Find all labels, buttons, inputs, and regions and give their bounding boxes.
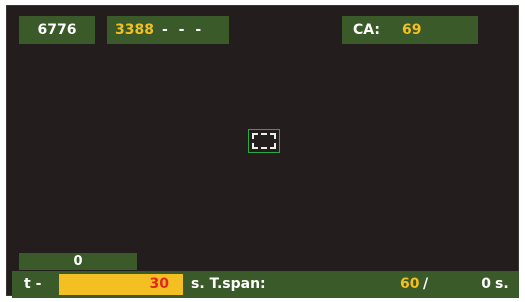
half-counter-dashes: - - - bbox=[161, 22, 205, 38]
span-value: 60 bbox=[400, 276, 420, 292]
end-value: 0 bbox=[481, 276, 491, 292]
game-screen: 6776 3388 - - - CA: 69 0 bbox=[6, 5, 519, 296]
span-separator: / bbox=[423, 276, 429, 292]
t-unit-span-label: s. T.span: bbox=[191, 276, 266, 292]
counter-display: 6776 bbox=[19, 16, 95, 44]
zero-status-box: 0 bbox=[19, 253, 137, 270]
ca-value: 69 bbox=[401, 22, 422, 38]
end-unit: s. bbox=[495, 276, 509, 292]
counter-value: 6776 bbox=[37, 22, 77, 38]
target-reticle-icon[interactable] bbox=[248, 129, 280, 153]
time-control-bar: t - 30 s. T.span: 60 / 0 s. bbox=[12, 271, 519, 298]
t-label: t - bbox=[24, 276, 42, 292]
ca-display: CA: 69 bbox=[342, 16, 478, 44]
zero-status-value: 0 bbox=[73, 254, 83, 269]
half-counter-value: 3388 bbox=[115, 22, 154, 38]
ca-label: CA: bbox=[353, 22, 380, 38]
half-counter-display: 3388 - - - bbox=[107, 16, 229, 44]
t-value-field[interactable]: 30 bbox=[59, 274, 183, 295]
